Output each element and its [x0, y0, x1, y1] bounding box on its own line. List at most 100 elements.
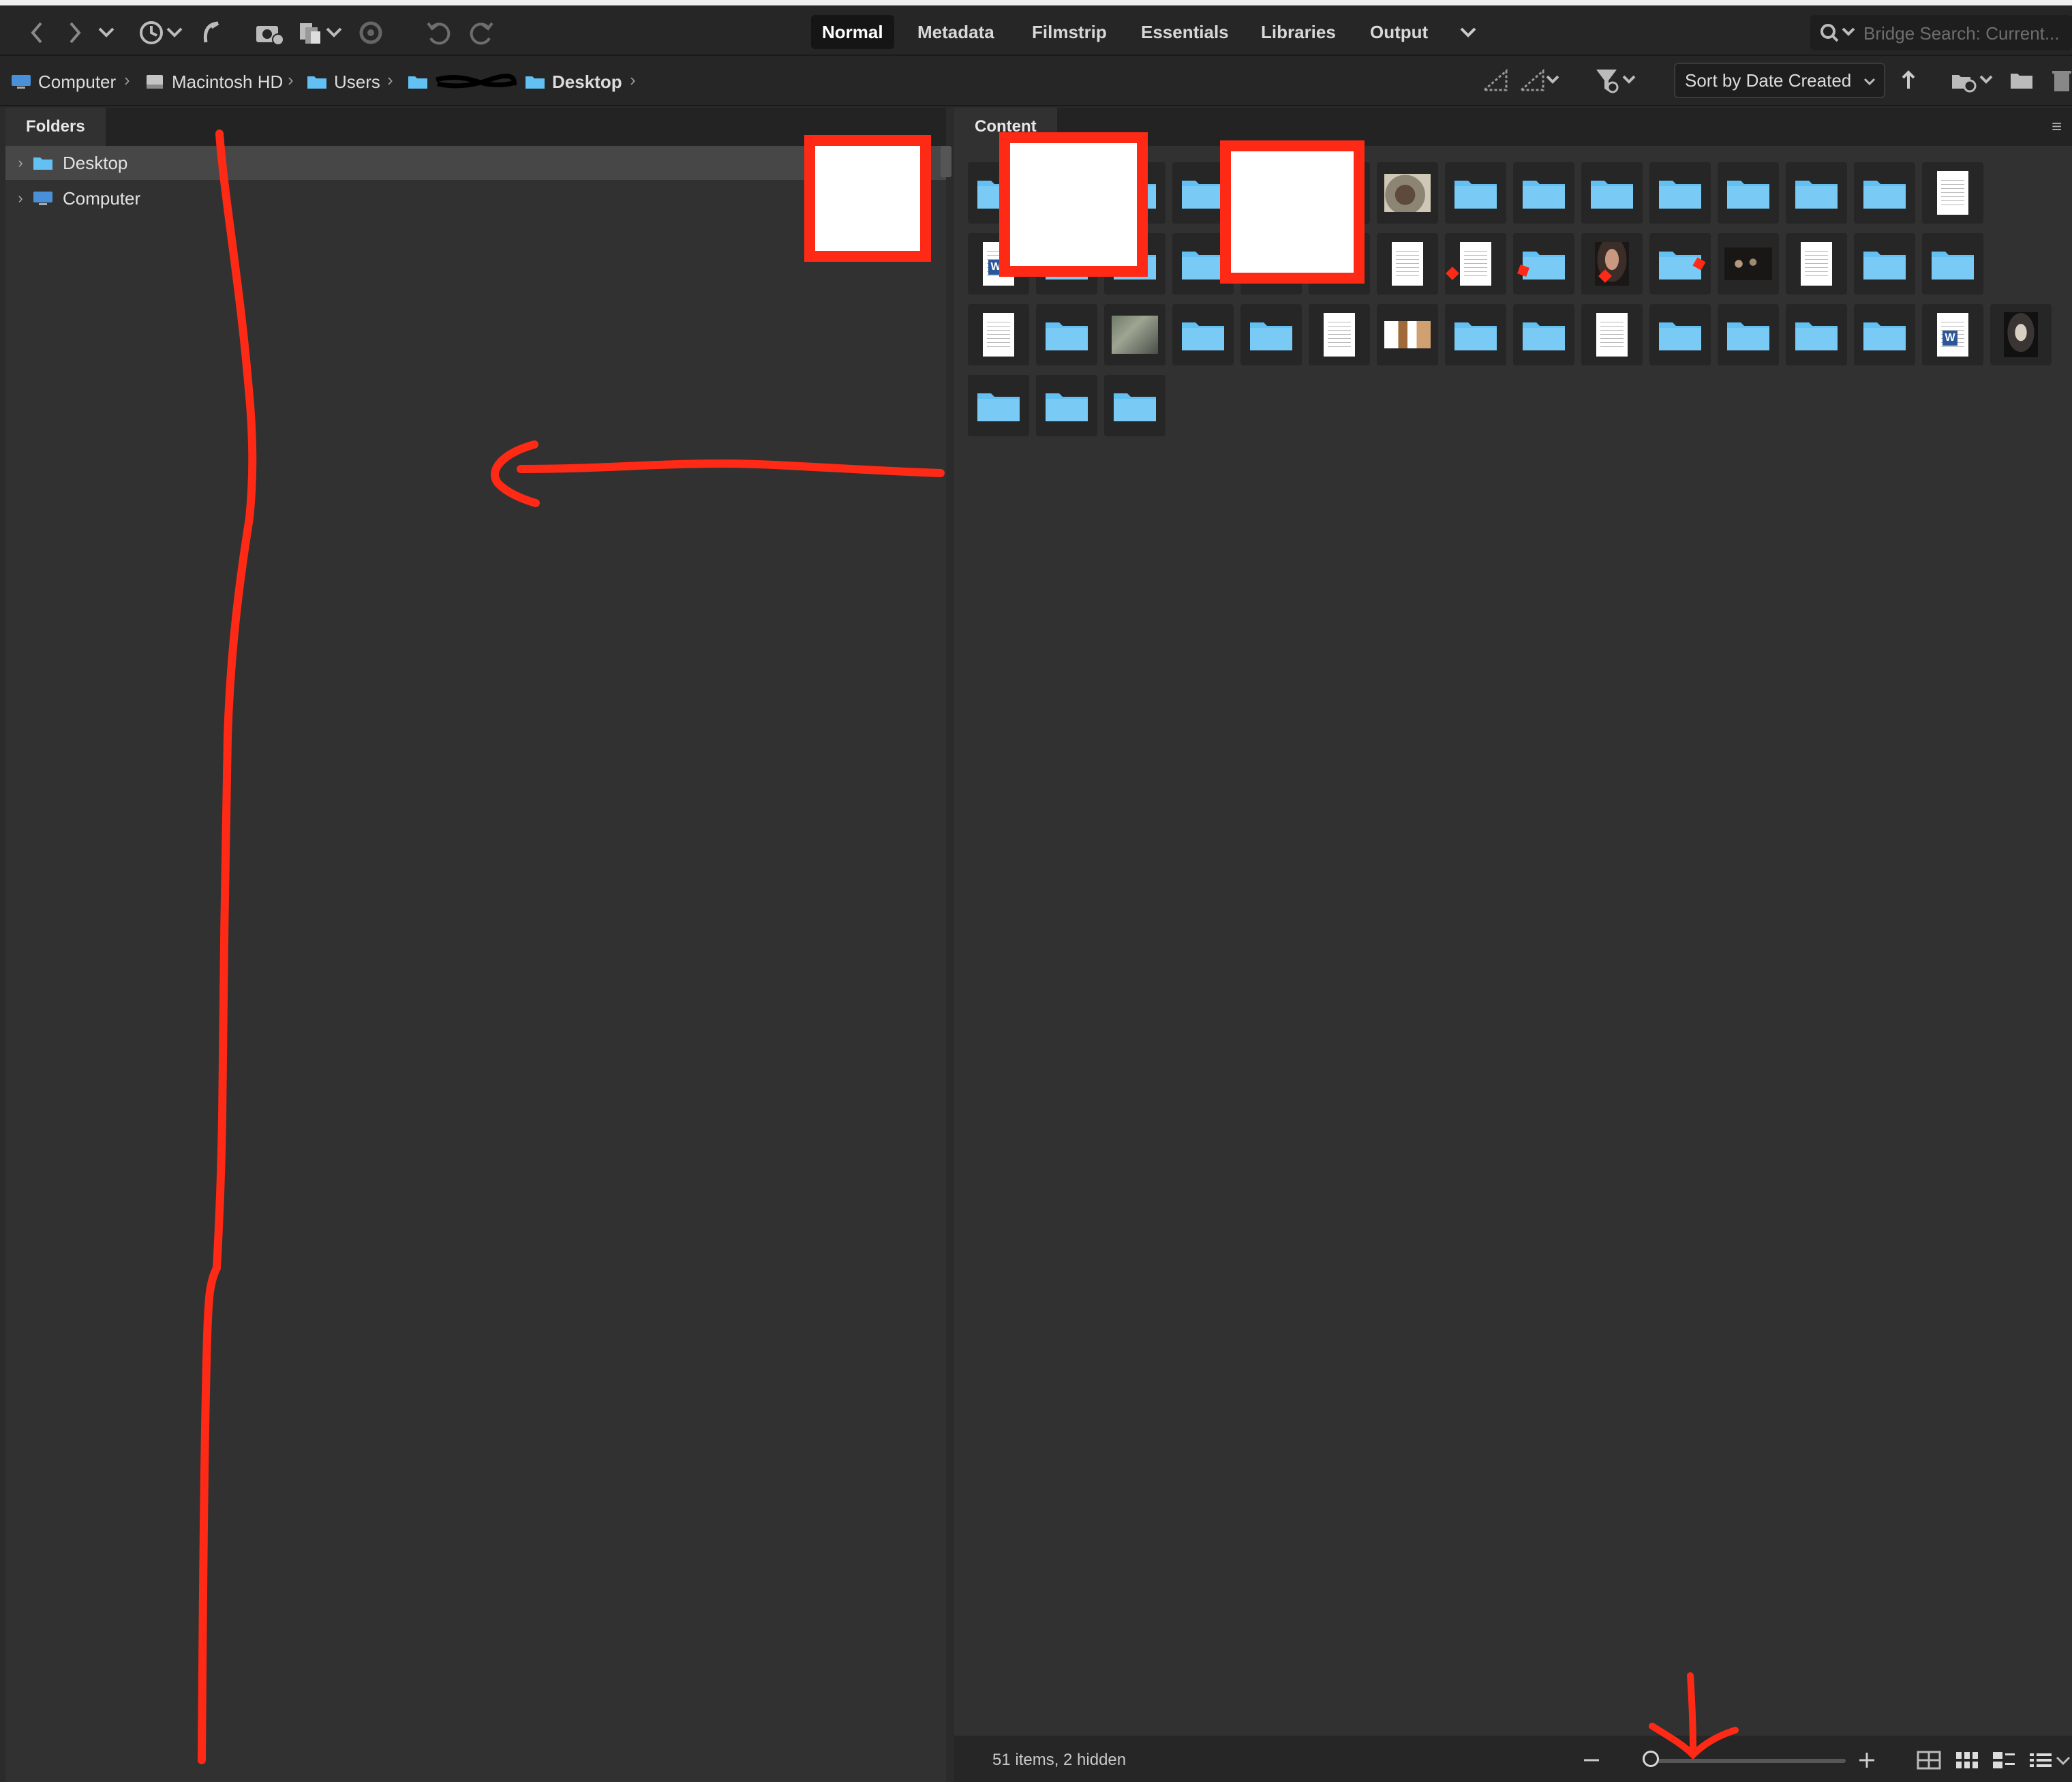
sort-ascending-icon[interactable] — [1896, 65, 1921, 95]
slider-thumb[interactable] — [1643, 1751, 1659, 1767]
thumbnail-photo[interactable] — [1377, 162, 1438, 224]
thumbnail-folder[interactable] — [1172, 304, 1234, 365]
view-list-icon[interactable] — [2027, 1745, 2054, 1775]
thumbnail-folder[interactable] — [1513, 162, 1574, 224]
search-field[interactable]: Bridge Search: Current... — [1810, 15, 2072, 50]
view-details-icon[interactable] — [1990, 1745, 2017, 1775]
get-photos-camera-icon[interactable] — [254, 18, 285, 48]
chevron-down-icon[interactable] — [2054, 1745, 2072, 1775]
thumbnail-folder[interactable] — [1513, 233, 1574, 295]
more-workspaces-chevron-icon[interactable] — [1456, 18, 1480, 48]
thumbnail-photo[interactable] — [1104, 304, 1166, 365]
camera-raw-icon[interactable] — [357, 18, 384, 48]
folder-icon — [1182, 181, 1224, 209]
thumbnail-document[interactable] — [1445, 233, 1506, 295]
sort-dropdown[interactable]: Sort by Date Created — [1674, 63, 1885, 98]
folder-icon — [1727, 181, 1769, 209]
thumbnail-folder[interactable] — [1922, 233, 1983, 295]
rotate-left-icon[interactable] — [424, 18, 454, 48]
breadcrumb-computer[interactable]: Computer — [11, 70, 116, 94]
thumbnail-folder[interactable] — [1854, 304, 1915, 365]
image-icon — [1595, 242, 1629, 286]
folder-icon — [1863, 322, 1906, 350]
document-icon — [1460, 242, 1491, 286]
thumbnail-folder[interactable] — [1786, 304, 1847, 365]
tab-folders[interactable]: Folders — [5, 108, 106, 146]
folder-icon — [33, 157, 52, 170]
thumbnail-folder[interactable] — [1649, 233, 1711, 295]
thumbnail-folder[interactable] — [1104, 375, 1166, 436]
forward-icon[interactable] — [63, 18, 87, 48]
tree-item-label: Desktop — [63, 152, 128, 173]
tab-output[interactable]: Output — [1359, 15, 1439, 49]
disclosure-chevron-icon[interactable]: › — [11, 154, 30, 172]
breadcrumb-user-redacted[interactable] — [408, 70, 517, 94]
recent-history-icon[interactable] — [136, 18, 184, 48]
tab-libraries[interactable]: Libraries — [1250, 15, 1347, 49]
thumbnail-document[interactable] — [1922, 162, 1983, 224]
rotate-right-icon[interactable] — [466, 18, 496, 48]
thumbnail-folder[interactable] — [1581, 162, 1643, 224]
refine-icon[interactable] — [297, 18, 345, 48]
search-icon[interactable] — [1816, 18, 1857, 48]
lock-thumbnail-grid-icon[interactable] — [1915, 1745, 1942, 1775]
folders-scrollbar[interactable] — [941, 146, 951, 177]
image-icon — [2004, 312, 2038, 357]
thumbnail-folder[interactable] — [968, 375, 1029, 436]
folder-icon — [1659, 252, 1701, 280]
thumbnail-document[interactable] — [968, 304, 1029, 365]
folder-icon — [1114, 393, 1156, 421]
thumbnail-folder[interactable] — [1445, 162, 1506, 224]
breadcrumb-desktop[interactable]: Desktop — [525, 70, 622, 94]
panel-menu-icon[interactable]: ≡ — [2052, 117, 2069, 135]
rating-filter-icon[interactable] — [1482, 65, 1509, 95]
breadcrumb-users[interactable]: Users — [307, 70, 380, 94]
thumbnail-word-document[interactable]: W — [1922, 304, 1983, 365]
tab-metadata[interactable]: Metadata — [906, 15, 1005, 49]
thumbnail-folder[interactable] — [1854, 162, 1915, 224]
thumbnail-folder[interactable] — [1036, 304, 1097, 365]
thumbnail-folder[interactable] — [1854, 233, 1915, 295]
thumbnail-photo[interactable] — [1718, 233, 1779, 295]
tab-normal[interactable]: Normal — [811, 15, 894, 49]
chevron-down-icon[interactable] — [95, 18, 117, 48]
rating-sort-icon[interactable] — [1519, 65, 1561, 95]
new-folder-icon[interactable] — [2009, 65, 2034, 95]
folder-icon — [1182, 252, 1224, 280]
thumbnail-photo[interactable] — [1377, 304, 1438, 365]
boomerang-icon[interactable] — [198, 18, 225, 48]
filter-items-icon[interactable] — [1594, 65, 1639, 95]
thumbnail-folder[interactable] — [1649, 304, 1711, 365]
breadcrumb-macintosh-hd[interactable]: Macintosh HD — [144, 70, 283, 94]
tab-essentials[interactable]: Essentials — [1130, 15, 1240, 49]
thumbnail-folder[interactable] — [1513, 304, 1574, 365]
thumbnail-document[interactable] — [1309, 304, 1370, 365]
thumbnail-photo[interactable] — [1990, 304, 2052, 365]
computer-icon — [33, 192, 52, 205]
back-icon[interactable] — [25, 18, 49, 48]
thumbnail-document[interactable] — [1786, 233, 1847, 295]
search-placeholder: Bridge Search: Current... — [1863, 23, 2060, 44]
thumbnail-photo[interactable] — [1581, 233, 1643, 295]
zoom-out-icon[interactable] — [1581, 1745, 1602, 1775]
redaction-box — [1220, 140, 1365, 284]
thumbnail-folder[interactable] — [1718, 304, 1779, 365]
thumbnail-folder[interactable] — [1718, 162, 1779, 224]
thumbnail-folder[interactable] — [1036, 375, 1097, 436]
open-recent-icon[interactable] — [1951, 65, 1996, 95]
view-thumbnails-icon[interactable] — [1953, 1745, 1981, 1775]
disclosure-chevron-icon[interactable]: › — [11, 190, 30, 207]
thumbnail-document[interactable] — [1581, 304, 1643, 365]
zoom-in-icon[interactable] — [1857, 1745, 1877, 1775]
redaction-box — [804, 135, 931, 262]
document-icon — [1392, 242, 1423, 286]
tab-filmstrip[interactable]: Filmstrip — [1021, 15, 1118, 49]
thumbnail-folder[interactable] — [1786, 162, 1847, 224]
thumbnail-folder[interactable] — [1240, 304, 1302, 365]
breadcrumb-chevron-icon: › — [387, 70, 393, 90]
thumbnail-folder[interactable] — [1649, 162, 1711, 224]
trash-icon[interactable] — [2050, 65, 2072, 95]
thumbnail-document[interactable] — [1377, 233, 1438, 295]
thumbnail-size-slider[interactable] — [1651, 1759, 1846, 1763]
thumbnail-folder[interactable] — [1445, 304, 1506, 365]
